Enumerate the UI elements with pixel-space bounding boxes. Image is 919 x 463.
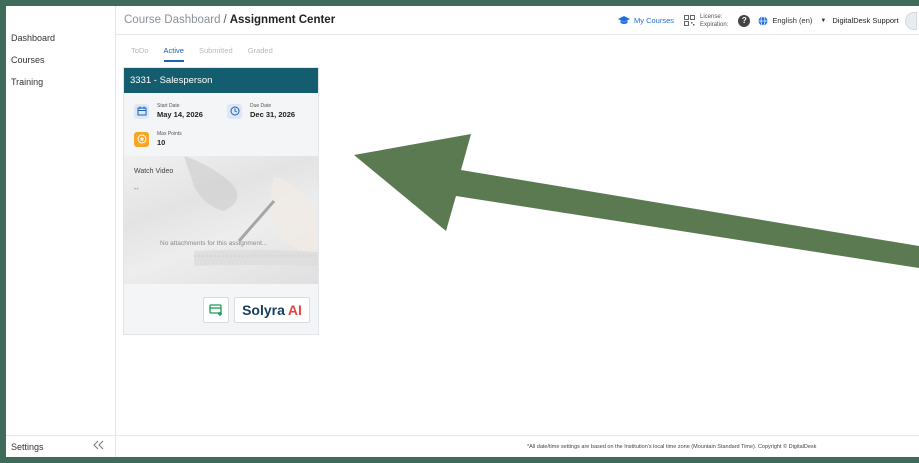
sidebar-item-dashboard[interactable]: Dashboard [11, 33, 55, 43]
language-selector[interactable]: English (en) [758, 15, 813, 26]
footer-copyright: *All date/time settings are based on the… [527, 444, 817, 450]
video-overlay [124, 156, 318, 284]
expiration-label: Expiration: [700, 21, 729, 28]
due-date-label: Due Date [250, 103, 272, 109]
assignment-tabs: ToDo Active Submitted Graded [116, 42, 273, 62]
my-courses-link[interactable]: My Courses [618, 16, 674, 25]
calendar-icon [134, 103, 149, 119]
start-date-value: May 14, 2026 [157, 110, 203, 119]
card-footer: Solyra AI [124, 284, 318, 334]
screenshot-frame: Dashboard Courses Training Settings Cour… [0, 0, 919, 463]
qr-code-icon [684, 15, 696, 26]
sidebar-footer: Settings [6, 435, 116, 457]
video-placeholder-dash: -- [134, 186, 139, 193]
add-payment-button[interactable] [203, 297, 229, 323]
max-points-value: 10 [157, 138, 166, 147]
solyra-ai-button[interactable]: Solyra AI [234, 297, 310, 323]
tab-active[interactable]: Active [163, 42, 184, 62]
breadcrumb-separator: / [223, 14, 227, 26]
clock-icon [227, 103, 242, 119]
due-date: Due Date Dec 31, 2026 [227, 102, 295, 120]
double-chevron-left-icon[interactable] [92, 439, 104, 453]
start-date-label: Start Date [157, 103, 180, 109]
sidebar: Dashboard Courses Training Settings [6, 6, 116, 457]
no-attachments-text: No attachments for this assignment... [160, 240, 268, 247]
license-label: License: [700, 13, 723, 20]
breadcrumb-course-dashboard[interactable]: Course Dashboard [124, 14, 221, 26]
breadcrumb: Course Dashboard / Assignment Center [124, 14, 335, 26]
caret-down-icon[interactable]: ▼ [820, 18, 826, 24]
max-points: Max Points 10 [134, 130, 182, 148]
video-thumbnail[interactable]: Watch Video -- No attachments for this a… [124, 156, 318, 284]
assignment-card[interactable]: 3331 - Salesperson Start Date May 14, 20… [123, 67, 319, 335]
solyra-brand-text: Solyra [242, 302, 285, 318]
start-date: Start Date May 14, 2026 [134, 102, 203, 120]
tab-graded[interactable]: Graded [248, 42, 273, 62]
tab-todo[interactable]: ToDo [131, 42, 149, 62]
help-icon[interactable]: ? [738, 14, 751, 27]
globe-icon [758, 15, 768, 26]
page-footer: *All date/time settings are based on the… [116, 435, 919, 457]
language-label: English (en) [772, 16, 813, 25]
sidebar-item-settings[interactable]: Settings [11, 442, 44, 452]
header-actions: My Courses License: Expiration: ? Englis… [618, 6, 917, 35]
graduation-cap-icon [618, 16, 630, 24]
due-date-value: Dec 31, 2026 [250, 110, 296, 119]
my-courses-label: My Courses [634, 16, 675, 25]
star-badge-icon [134, 131, 149, 147]
app-window: Dashboard Courses Training Settings Cour… [6, 6, 919, 457]
sidebar-item-courses[interactable]: Courses [11, 55, 45, 65]
user-name[interactable]: DigitalDesk Support [832, 16, 898, 25]
solyra-ai-text: AI [287, 302, 302, 318]
top-header: Course Dashboard / Assignment Center My Co… [116, 6, 919, 35]
page-title: Assignment Center [229, 14, 336, 26]
card-plus-icon [209, 304, 222, 316]
tab-submitted[interactable]: Submitted [199, 42, 233, 62]
watch-video-label[interactable]: Watch Video [134, 168, 173, 175]
assignment-title[interactable]: 3331 - Salesperson [124, 68, 318, 93]
avatar[interactable] [904, 11, 917, 30]
license-info: License: Expiration: [684, 13, 728, 29]
max-points-label: Max Points [157, 131, 182, 137]
sidebar-item-training[interactable]: Training [11, 77, 43, 87]
